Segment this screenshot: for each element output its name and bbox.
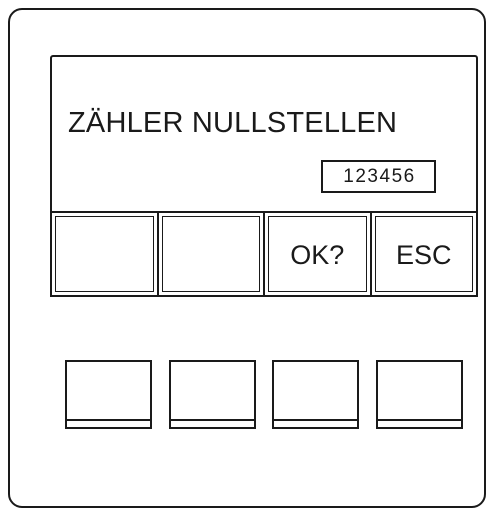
soft-key-2[interactable] <box>156 211 265 297</box>
key-edge <box>67 419 150 421</box>
esc-button[interactable]: ESC <box>369 211 478 297</box>
key-edge <box>274 419 357 421</box>
counter-value-box: 123456 <box>321 160 436 193</box>
soft-key-2-wrap <box>156 211 265 297</box>
soft-key-esc-wrap: ESC <box>369 211 478 297</box>
hardware-key-3[interactable] <box>272 360 359 429</box>
key-edge <box>171 419 254 421</box>
ok-confirm-button[interactable]: OK? <box>263 211 372 297</box>
hardware-key-row <box>65 360 465 430</box>
hardware-key-1[interactable] <box>65 360 152 429</box>
hardware-key-2[interactable] <box>169 360 256 429</box>
key-edge <box>378 419 461 421</box>
soft-key-1[interactable] <box>50 211 159 297</box>
soft-key-row: OK? ESC <box>50 211 478 297</box>
soft-key-1-wrap <box>50 211 159 297</box>
soft-key-ok-wrap: OK? <box>263 211 372 297</box>
device-panel: ZÄHLER NULLSTELLEN 123456 OK? ESC <box>8 8 486 508</box>
display-message: ZÄHLER NULLSTELLEN <box>68 107 398 139</box>
hardware-key-4[interactable] <box>376 360 463 429</box>
lcd-display: ZÄHLER NULLSTELLEN 123456 OK? ESC <box>50 55 478 297</box>
